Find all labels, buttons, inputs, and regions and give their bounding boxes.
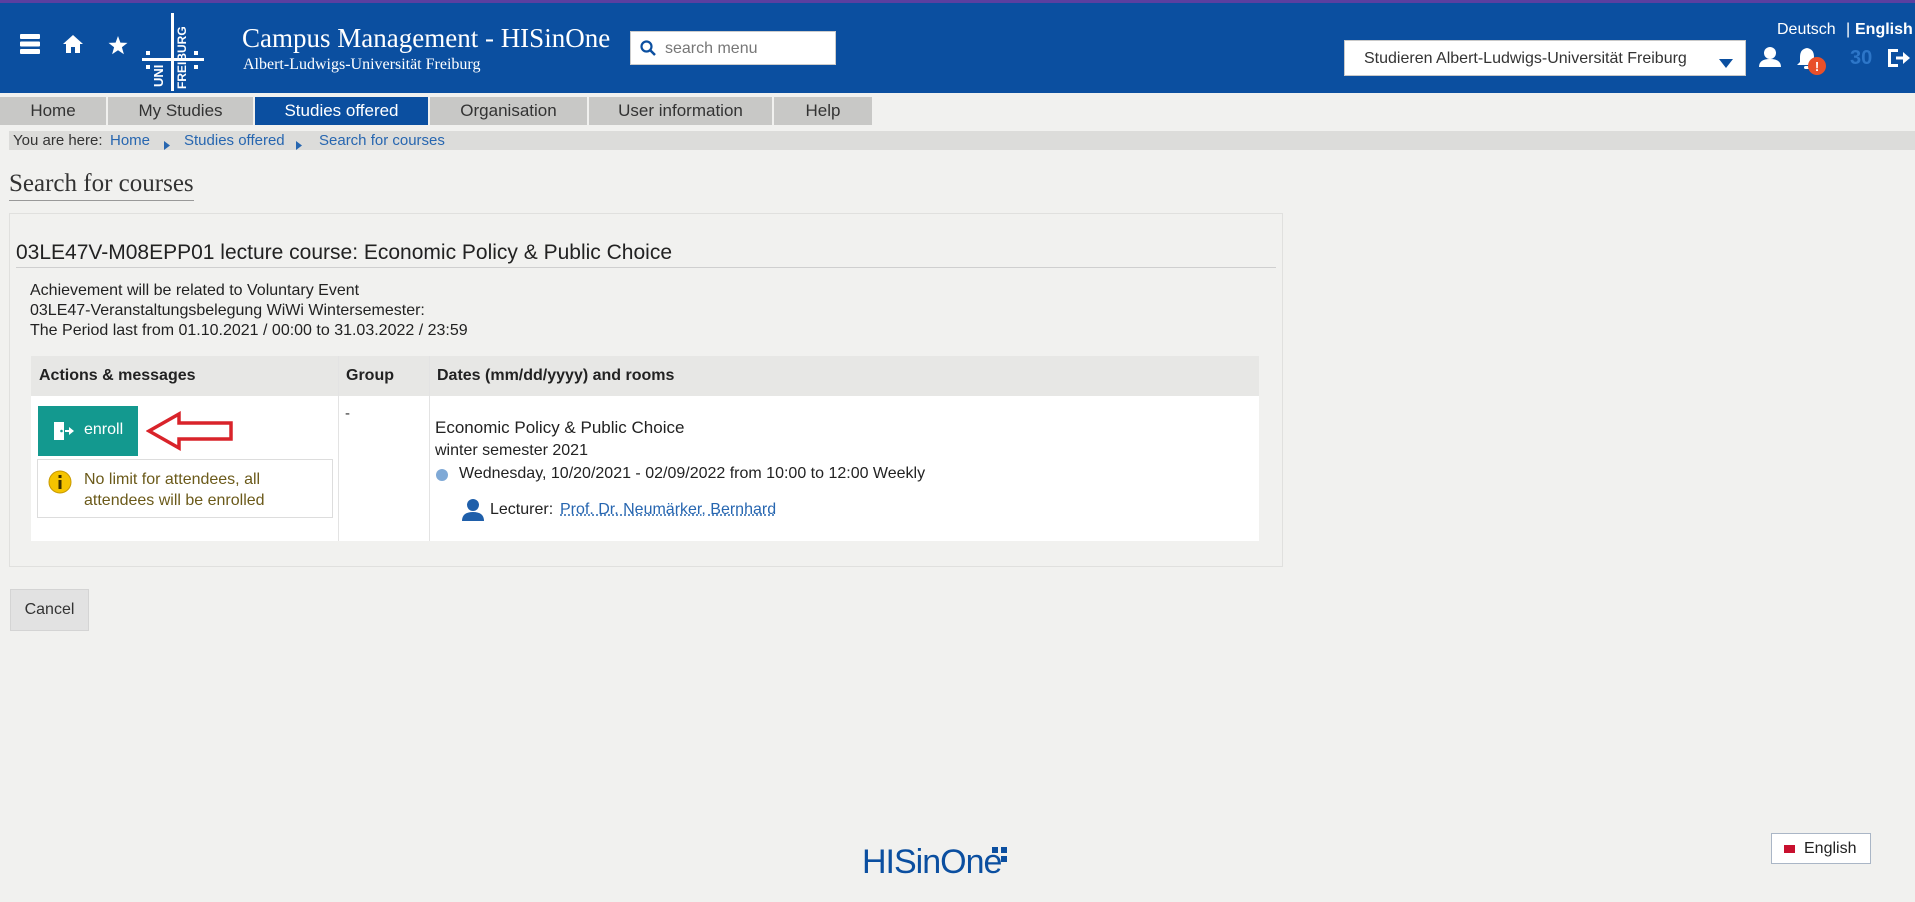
- tab-my-studies[interactable]: My Studies: [108, 97, 253, 125]
- breadcrumb-prefix: You are here:: [13, 132, 103, 149]
- star-icon[interactable]: [108, 36, 128, 60]
- event-title: Economic Policy & Public Choice: [435, 418, 685, 437]
- page-title: Search for courses: [9, 170, 194, 201]
- course-title: 03LE47V-M08EPP01 lecture course: Economi…: [16, 241, 673, 264]
- home-icon[interactable]: [63, 35, 83, 58]
- breadcrumb-search-for-courses[interactable]: Search for courses: [319, 131, 445, 150]
- user-icon[interactable]: [1759, 47, 1781, 72]
- divider: [16, 267, 1276, 268]
- language-switch: Deutsch | English: [1755, 19, 1915, 41]
- tab-help[interactable]: Help: [774, 97, 872, 125]
- lang-deutsch-link[interactable]: Deutsch: [1777, 21, 1836, 39]
- column-divider: [429, 356, 430, 541]
- lang-english-link[interactable]: English: [1855, 21, 1913, 39]
- session-counter: 30: [1850, 47, 1873, 69]
- svg-text:FREIBURG: FREIBURG: [175, 26, 189, 89]
- menu-icon[interactable]: [20, 33, 40, 60]
- info-icon: [48, 470, 72, 499]
- footer-hisinone-logo: HISinOne: [862, 843, 1002, 881]
- cell-group: [338, 396, 429, 541]
- svg-text:UNI: UNI: [151, 65, 166, 87]
- enrollment-notice: No limit for attendees, all attendees wi…: [37, 459, 333, 518]
- role-select[interactable]: Studieren Albert-Ludwigs-Universität Fre…: [1344, 40, 1746, 76]
- event-date: Wednesday, 10/20/2021 - 02/09/2022 from …: [459, 465, 926, 482]
- hisinone-logo-dots: [992, 847, 1007, 862]
- column-header-dates: Dates (mm/dd/yyyy) and rooms: [429, 356, 1259, 396]
- menu-search[interactable]: [630, 31, 836, 65]
- lecturer-link[interactable]: Prof. Dr. Neumärker, Bernhard: [560, 501, 776, 519]
- lang-separator: |: [1846, 21, 1851, 38]
- tab-home[interactable]: Home: [0, 97, 106, 125]
- event-semester: winter semester 2021: [435, 442, 588, 459]
- svg-text:!: !: [1815, 59, 1819, 74]
- red-arrow-annotation: [146, 411, 233, 451]
- role-select-value: Studieren Albert-Ludwigs-Universität Fre…: [1364, 50, 1687, 67]
- breadcrumb: You are here: Home Studies offered Searc…: [9, 131, 1915, 150]
- lecturer-label: Lecturer:: [490, 501, 554, 518]
- chevron-right-icon: [164, 136, 170, 155]
- university-name: Albert-Ludwigs-Universität Freiburg: [243, 56, 481, 73]
- footer-language-label: English: [1804, 840, 1857, 857]
- notice-text: No limit for attendees, all attendees wi…: [84, 471, 265, 509]
- logout-icon[interactable]: [1886, 47, 1910, 74]
- breadcrumb-studies-offered[interactable]: Studies offered: [184, 131, 285, 150]
- group-value: -: [345, 405, 350, 422]
- info-line-enrollment-procedure: 03LE47-Veranstaltungsbelegung WiWi Winte…: [30, 302, 425, 319]
- info-line-period: The Period last from 01.10.2021 / 00:00 …: [30, 322, 468, 339]
- app-title: Campus Management - HISinOne: [242, 23, 611, 53]
- tab-user-information[interactable]: User information: [589, 97, 772, 125]
- tab-studies-offered[interactable]: Studies offered: [255, 97, 428, 125]
- tab-organisation[interactable]: Organisation: [430, 97, 587, 125]
- app-header: UNI FREIBURG Campus Management - HISinOn…: [0, 3, 1915, 93]
- info-line-achievement: Achievement will be related to Voluntary…: [30, 282, 360, 299]
- chevron-right-icon: [296, 136, 302, 155]
- column-header-group: Group: [338, 356, 429, 396]
- enroll-button[interactable]: enroll: [38, 406, 138, 456]
- main-navigation: Home My Studies Studies offered Organisa…: [0, 97, 1915, 125]
- column-divider: [338, 356, 339, 541]
- chevron-down-icon[interactable]: [1719, 55, 1733, 73]
- lecturer-icon: [462, 499, 484, 526]
- uni-freiburg-logo[interactable]: UNI FREIBURG: [142, 13, 204, 91]
- uk-flag-icon: [1784, 845, 1795, 853]
- footer-language-button[interactable]: English: [1771, 833, 1871, 864]
- search-icon[interactable]: [640, 40, 656, 61]
- search-input[interactable]: [663, 35, 832, 63]
- door-enter-icon: [54, 422, 74, 445]
- bell-icon[interactable]: !: [1797, 46, 1827, 81]
- cancel-button[interactable]: Cancel: [10, 589, 89, 631]
- column-header-actions: Actions & messages: [31, 356, 338, 396]
- breadcrumb-home[interactable]: Home: [110, 131, 150, 150]
- schedule-bullet-icon: [436, 469, 448, 481]
- enroll-label: enroll: [84, 421, 124, 438]
